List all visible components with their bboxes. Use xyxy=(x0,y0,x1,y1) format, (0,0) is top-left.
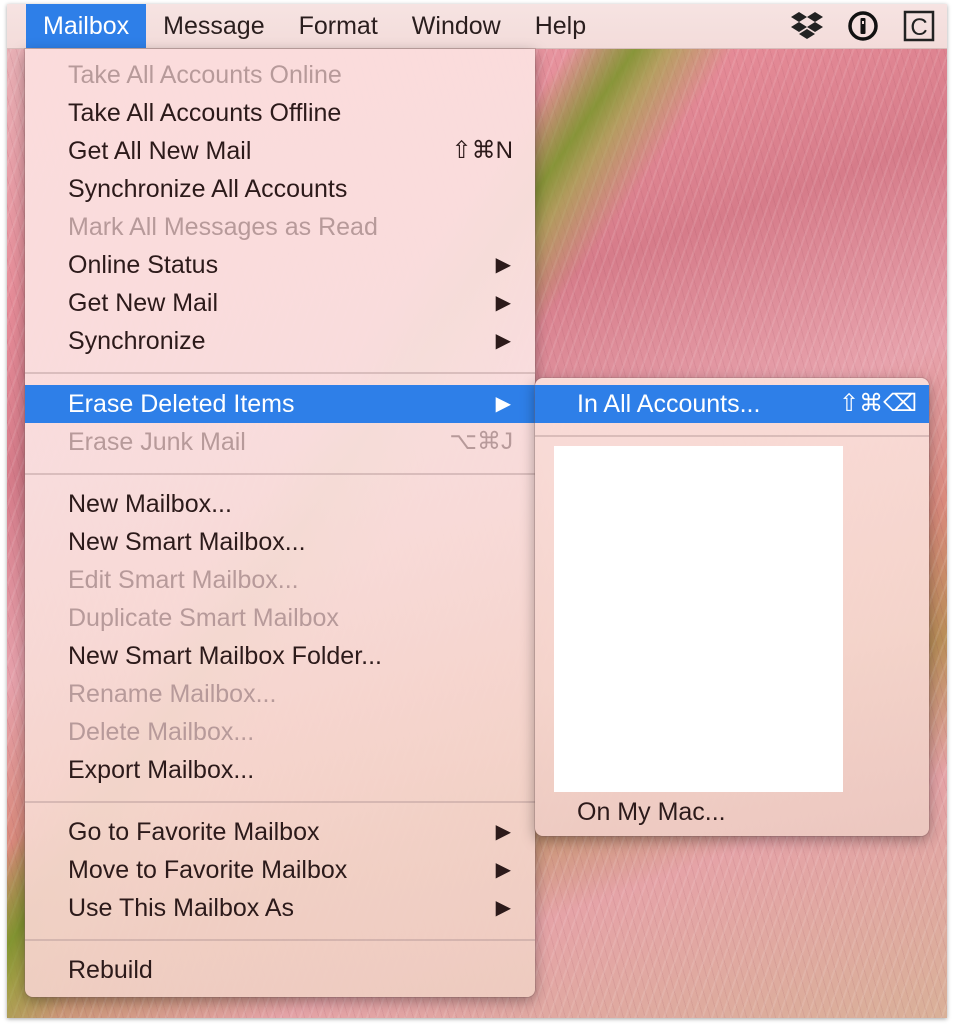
menu-item-label: Mark All Messages as Read xyxy=(68,213,378,241)
svg-text:C: C xyxy=(910,14,927,41)
menu-item-label: Rebuild xyxy=(68,956,153,984)
menu-item-synchronize-all-accounts[interactable]: Synchronize All Accounts xyxy=(25,170,535,208)
menu-item-label: Export Mailbox... xyxy=(68,756,255,784)
menu-item-label: Delete Mailbox... xyxy=(68,718,255,746)
dropbox-icon[interactable] xyxy=(791,10,823,42)
submenu-arrow-icon: ▶ xyxy=(495,821,511,843)
menu-item-rebuild[interactable]: Rebuild xyxy=(25,951,535,989)
menu-item-label: New Smart Mailbox... xyxy=(68,528,306,556)
redacted-accounts-area xyxy=(554,446,843,792)
menu-item-delete-mailbox: Delete Mailbox... xyxy=(25,713,535,751)
menu-item-duplicate-smart-mailbox: Duplicate Smart Mailbox xyxy=(25,599,535,637)
menubar-mailbox[interactable]: Mailbox xyxy=(26,4,147,48)
menu-item-label: New Mailbox... xyxy=(68,490,232,518)
keyboard-shortcut: ⌥⌘J xyxy=(449,428,513,455)
menu-item-label: Synchronize All Accounts xyxy=(68,175,348,203)
submenu-arrow-icon: ▶ xyxy=(495,330,511,352)
menu-separator xyxy=(25,801,535,803)
menu-item-synchronize[interactable]: Synchronize ▶ xyxy=(25,322,535,360)
menu-item-label: Take All Accounts Online xyxy=(68,61,342,89)
menu-item-label: Take All Accounts Offline xyxy=(68,99,342,127)
menu-item-label: Erase Deleted Items xyxy=(68,390,295,418)
menu-item-new-smart-mailbox-folder[interactable]: New Smart Mailbox Folder... xyxy=(25,637,535,675)
menu-item-erase-deleted-items[interactable]: Erase Deleted Items ▶ xyxy=(25,385,535,423)
1password-icon[interactable] xyxy=(847,10,879,42)
menu-separator xyxy=(25,939,535,941)
menu-item-label: Edit Smart Mailbox... xyxy=(68,566,299,594)
menu-item-go-to-favorite-mailbox[interactable]: Go to Favorite Mailbox ▶ xyxy=(25,813,535,851)
menu-item-online-status[interactable]: Online Status ▶ xyxy=(25,246,535,284)
menu-item-label: Online Status xyxy=(68,251,219,279)
menu-separator xyxy=(535,435,929,437)
submenu-arrow-icon: ▶ xyxy=(495,897,511,919)
menu-item-label: Go to Favorite Mailbox xyxy=(68,818,320,846)
submenu-item-in-all-accounts[interactable]: In All Accounts... ⇧⌘⌫ xyxy=(535,385,929,423)
submenu-arrow-icon: ▶ xyxy=(495,292,511,314)
menu-item-label: Synchronize xyxy=(68,327,206,355)
keyboard-shortcut: ⇧⌘N xyxy=(451,137,513,164)
menu-item-new-mailbox[interactable]: New Mailbox... xyxy=(25,485,535,523)
menu-item-new-smart-mailbox[interactable]: New Smart Mailbox... xyxy=(25,523,535,561)
menu-item-label: Erase Junk Mail xyxy=(68,428,246,456)
submenu-arrow-icon: ▶ xyxy=(495,254,511,276)
menu-separator xyxy=(25,473,535,475)
menu-item-get-all-new-mail[interactable]: Get All New Mail ⇧⌘N xyxy=(25,132,535,170)
menu-item-label: Duplicate Smart Mailbox xyxy=(68,604,339,632)
menu-item-label: Rename Mailbox... xyxy=(68,680,277,708)
menu-item-label: Move to Favorite Mailbox xyxy=(68,856,348,884)
c-app-icon[interactable]: C xyxy=(903,10,935,42)
menu-item-label: Use This Mailbox As xyxy=(68,894,295,922)
menu-separator xyxy=(25,372,535,374)
menu-item-label: Get New Mail xyxy=(68,289,219,317)
menu-item-edit-smart-mailbox: Edit Smart Mailbox... xyxy=(25,561,535,599)
menu-item-export-mailbox[interactable]: Export Mailbox... xyxy=(25,751,535,789)
menu-item-get-new-mail[interactable]: Get New Mail ▶ xyxy=(25,284,535,322)
menubar-help[interactable]: Help xyxy=(518,4,603,48)
menu-item-label: Get All New Mail xyxy=(68,137,252,165)
status-icons: C xyxy=(791,4,935,48)
menubar-format[interactable]: Format xyxy=(282,4,395,48)
menubar-window[interactable]: Window xyxy=(395,4,518,48)
menubar-message[interactable]: Message xyxy=(146,4,281,48)
menu-item-erase-junk-mail: Erase Junk Mail ⌥⌘J xyxy=(25,423,535,461)
menu-bar: Mailbox Message Format Window Help C xyxy=(7,4,947,49)
submenu-arrow-icon: ▶ xyxy=(495,393,511,415)
menu-item-take-all-accounts-offline[interactable]: Take All Accounts Offline xyxy=(25,94,535,132)
menu-item-rename-mailbox: Rename Mailbox... xyxy=(25,675,535,713)
menu-item-move-to-favorite-mailbox[interactable]: Move to Favorite Mailbox ▶ xyxy=(25,851,535,889)
submenu-item-on-my-mac[interactable]: On My Mac... xyxy=(535,793,929,831)
menu-item-label: New Smart Mailbox Folder... xyxy=(68,642,382,670)
menu-item-take-all-accounts-online: Take All Accounts Online xyxy=(25,56,535,94)
keyboard-shortcut: ⇧⌘⌫ xyxy=(838,390,917,417)
menu-item-mark-all-messages-read: Mark All Messages as Read xyxy=(25,208,535,246)
erase-deleted-items-submenu: In All Accounts... ⇧⌘⌫ On My Mac... xyxy=(535,378,929,836)
menu-item-use-this-mailbox-as[interactable]: Use This Mailbox As ▶ xyxy=(25,889,535,927)
submenu-arrow-icon: ▶ xyxy=(495,859,511,881)
menu-item-label: On My Mac... xyxy=(577,798,726,826)
menu-item-label: In All Accounts... xyxy=(577,390,761,418)
mailbox-menu: Take All Accounts Online Take All Accoun… xyxy=(25,49,535,997)
screenshot-frame: Mailbox Message Format Window Help C Tak… xyxy=(7,4,947,1018)
